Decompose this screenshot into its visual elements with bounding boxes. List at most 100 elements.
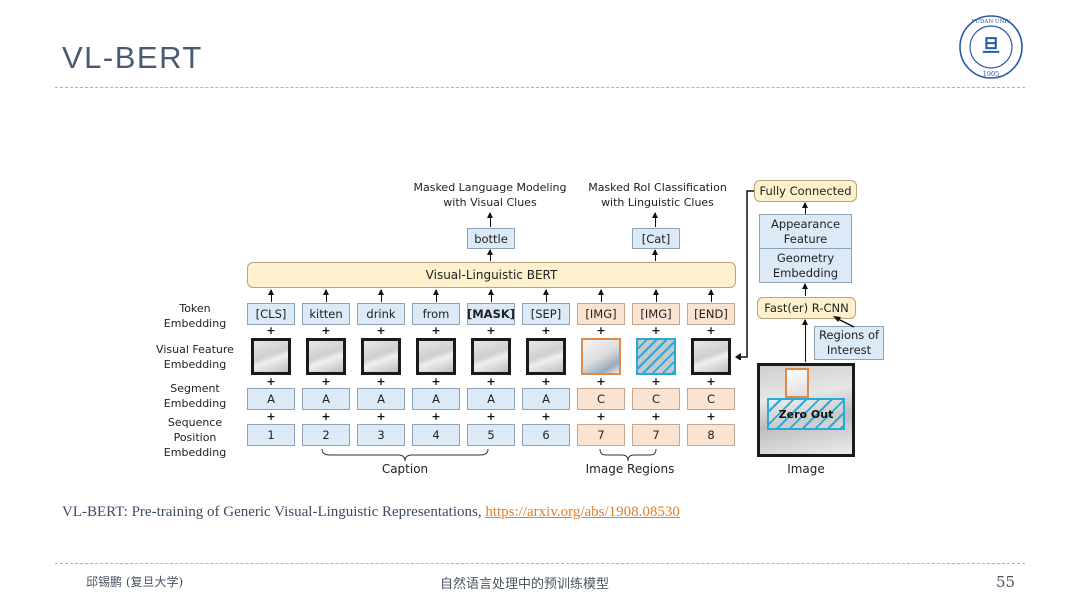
- token-embedding-box: kitten: [302, 303, 350, 325]
- svg-text:1905: 1905: [983, 70, 1000, 78]
- plus-icon: +: [431, 410, 441, 423]
- visual-feature-thumbnail: [306, 338, 346, 375]
- row-label-line: Embedding: [163, 446, 227, 459]
- plus-icon: +: [321, 324, 331, 337]
- plus-icon: +: [541, 410, 551, 423]
- roi-line: Regions of: [818, 328, 880, 342]
- position-embedding-box: 1: [247, 424, 295, 446]
- visual-feature-thumbnail: [251, 338, 291, 375]
- arrow-up-icon: [801, 319, 808, 362]
- visual-linguistic-bert-block: Visual-Linguistic BERT: [247, 262, 736, 288]
- position-embedding-box: 8: [687, 424, 735, 446]
- mrc-output-box: [Cat]: [632, 228, 680, 249]
- position-embedding-box: 3: [357, 424, 405, 446]
- plus-icon: +: [266, 410, 276, 423]
- plus-icon: +: [596, 324, 606, 337]
- slide-title: VL-BERT: [62, 40, 203, 75]
- roi-box: [785, 368, 809, 398]
- roi-arrow-icon: [833, 316, 855, 328]
- appearance-line: Appearance: [770, 216, 841, 231]
- mlm-output-box: bottle: [467, 228, 515, 249]
- regions-of-interest-block: Regions of Interest: [814, 326, 884, 360]
- plus-icon: +: [431, 324, 441, 337]
- source-image: Zero Out: [757, 363, 855, 457]
- row-label-line: Embedding: [163, 397, 227, 410]
- position-embedding-box: 6: [522, 424, 570, 446]
- position-embedding-box: 7: [632, 424, 680, 446]
- plus-icon: +: [376, 375, 386, 388]
- plus-icon: +: [541, 324, 551, 337]
- mrc-title-line2: with Linguistic Clues: [601, 196, 714, 209]
- plus-icon: +: [266, 375, 276, 388]
- arrow-up-icon: [486, 249, 493, 261]
- row-label-line: Position: [173, 431, 217, 444]
- token-embedding-box: [SEP]: [522, 303, 570, 325]
- citation-text: VL-BERT: Pre-training of Generic Visual-…: [62, 504, 486, 520]
- citation: VL-BERT: Pre-training of Generic Visual-…: [62, 504, 680, 521]
- token-embedding-box: [IMG]: [632, 303, 680, 325]
- image-label: Image: [787, 462, 825, 476]
- plus-icon: +: [596, 410, 606, 423]
- row-label-position: Sequence Position Embedding: [150, 415, 240, 460]
- plus-icon: +: [541, 375, 551, 388]
- arrow-up-icon: [801, 283, 808, 296]
- plus-icon: +: [706, 375, 716, 388]
- mlm-title-line2: with Visual Clues: [443, 196, 537, 209]
- segment-embedding-box: A: [467, 388, 515, 410]
- footer-course: 自然语言处理中的预训练模型: [440, 577, 610, 592]
- geometry-line: Geometry: [776, 250, 835, 265]
- token-embedding-box: from: [412, 303, 460, 325]
- row-label-line: Sequence: [167, 416, 223, 429]
- segment-embedding-box: A: [357, 388, 405, 410]
- position-embedding-box: 5: [467, 424, 515, 446]
- arrow-up-icon: [542, 289, 549, 302]
- visual-feature-thumbnail: [691, 338, 731, 375]
- row-label-visual: Visual Feature Embedding: [150, 342, 240, 372]
- arrow-up-icon: [267, 289, 274, 302]
- visual-feature-thumbnail: [636, 338, 676, 375]
- mlm-head-title: Masked Language Modeling with Visual Clu…: [405, 180, 575, 210]
- arrow-up-icon: [651, 249, 658, 261]
- visual-feature-thumbnail: [416, 338, 456, 375]
- visual-feature-thumbnail: [471, 338, 511, 375]
- svg-text:旦: 旦: [982, 36, 1000, 57]
- visual-feature-thumbnail: [526, 338, 566, 375]
- row-label-line: Visual Feature: [156, 343, 234, 356]
- appearance-feature-block: Appearance Feature: [759, 214, 852, 249]
- plus-icon: +: [651, 375, 661, 388]
- footer-divider: [55, 563, 1025, 564]
- plus-icon: +: [376, 324, 386, 337]
- mrc-head-title: Masked RoI Classification with Linguisti…: [575, 180, 740, 210]
- arrow-up-icon: [322, 289, 329, 302]
- citation-link[interactable]: https://arxiv.org/abs/1908.08530: [485, 504, 680, 520]
- plus-icon: +: [486, 324, 496, 337]
- arrow-up-icon: [432, 289, 439, 302]
- plus-icon: +: [321, 375, 331, 388]
- row-label-line: Embedding: [163, 317, 227, 330]
- arrow-up-icon: [707, 289, 714, 302]
- caption-label: Caption: [381, 462, 429, 476]
- plus-icon: +: [486, 375, 496, 388]
- token-embedding-box: drink: [357, 303, 405, 325]
- segment-embedding-box: C: [687, 388, 735, 410]
- feedback-arrow-icon: [735, 190, 754, 360]
- geometry-line: Embedding: [772, 265, 839, 280]
- arrow-up-icon: [651, 212, 658, 227]
- appearance-line: Feature: [783, 231, 828, 246]
- position-embedding-box: 2: [302, 424, 350, 446]
- zero-out-region: Zero Out: [767, 398, 845, 430]
- plus-icon: +: [376, 410, 386, 423]
- plus-icon: +: [596, 375, 606, 388]
- arrow-up-icon: [486, 212, 493, 227]
- plus-icon: +: [431, 375, 441, 388]
- fudan-university-logo-icon: 旦 1905 FUDAN UNIV: [959, 15, 1023, 79]
- row-label-line: Token: [179, 302, 211, 315]
- visual-feature-thumbnail: [581, 338, 621, 375]
- page-number: 55: [996, 573, 1016, 591]
- arrow-up-icon: [801, 202, 808, 214]
- footer-author: 邱锡鹏 (复旦大学): [86, 575, 184, 589]
- plus-icon: +: [321, 410, 331, 423]
- plus-icon: +: [651, 324, 661, 337]
- position-embedding-box: 7: [577, 424, 625, 446]
- segment-embedding-box: C: [577, 388, 625, 410]
